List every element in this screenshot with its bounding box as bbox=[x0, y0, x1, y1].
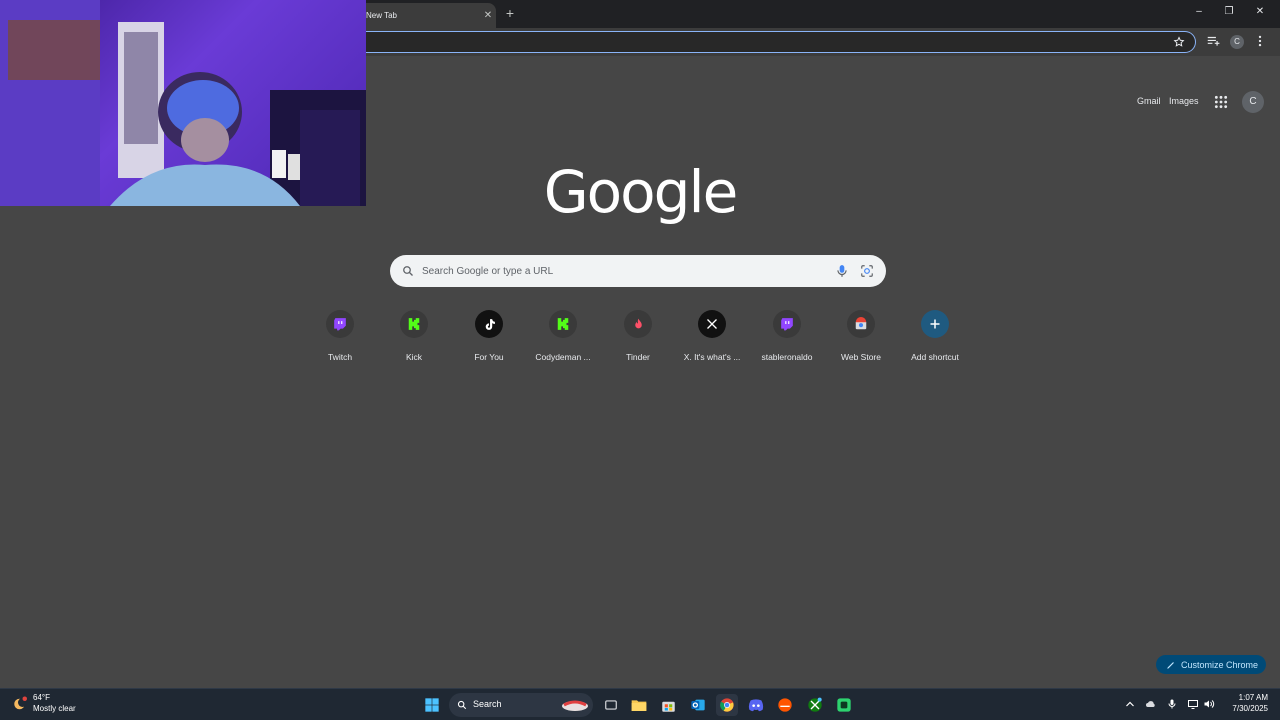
search-highlight-icon bbox=[562, 700, 588, 711]
shortcut-label: stableronaldo bbox=[761, 352, 813, 362]
taskbar-file-explorer[interactable] bbox=[628, 694, 650, 716]
taskbar-app-green[interactable] bbox=[833, 694, 855, 716]
xbox-icon bbox=[808, 697, 822, 712]
taskbar-clock-date[interactable]: 7/30/2025 bbox=[1222, 704, 1268, 713]
webcam-feed-image bbox=[0, 0, 366, 206]
close-window-icon[interactable]: ✕ bbox=[1252, 6, 1268, 17]
account-avatar[interactable]: C bbox=[1242, 91, 1264, 113]
tiktok-icon bbox=[485, 318, 495, 330]
address-bar[interactable] bbox=[360, 31, 1196, 53]
kick-icon bbox=[408, 318, 420, 330]
chrome-icon bbox=[720, 698, 734, 712]
twitch-icon bbox=[781, 318, 793, 331]
google-logo: Google bbox=[543, 158, 739, 226]
search-icon bbox=[403, 266, 413, 276]
taskbar-outlook[interactable] bbox=[687, 694, 709, 716]
discord-icon bbox=[748, 699, 764, 712]
shortcut-label: Web Store bbox=[840, 352, 881, 362]
start-button[interactable] bbox=[421, 694, 443, 716]
apps-grid-icon[interactable] bbox=[1214, 95, 1228, 109]
tray-microphone-icon[interactable] bbox=[1166, 698, 1178, 710]
search-icon bbox=[457, 700, 467, 710]
reading-list-icon[interactable] bbox=[1206, 34, 1220, 48]
shortcut-label: X. It's what's ... bbox=[683, 352, 741, 362]
customize-chrome-button[interactable]: Customize Chrome bbox=[1156, 655, 1266, 674]
images-link[interactable]: Images bbox=[1169, 96, 1199, 106]
cloud-app-icon bbox=[778, 698, 792, 712]
tray-cloud-icon[interactable] bbox=[1145, 698, 1157, 710]
tab-new-tab[interactable]: New Tab ✕ bbox=[358, 3, 496, 28]
restore-icon[interactable]: ❐ bbox=[1221, 6, 1237, 17]
shortcut-tiktok[interactable]: For You bbox=[451, 308, 525, 368]
new-tab-button[interactable]: + bbox=[502, 5, 518, 21]
twitch-icon bbox=[334, 318, 346, 331]
minimize-icon[interactable]: – bbox=[1191, 6, 1207, 17]
x-icon bbox=[707, 319, 717, 329]
store-icon bbox=[661, 701, 675, 712]
shortcut-stableronaldo[interactable]: stableronaldo bbox=[749, 308, 823, 368]
taskbar-discord[interactable] bbox=[745, 694, 767, 716]
weather-description[interactable]: Mostly clear bbox=[33, 704, 76, 713]
webcam-overlay bbox=[0, 0, 366, 206]
app-icon bbox=[837, 698, 851, 712]
taskbar-chrome[interactable] bbox=[716, 694, 738, 716]
tab-close-icon[interactable]: ✕ bbox=[480, 10, 496, 21]
microphone-icon[interactable] bbox=[836, 264, 848, 278]
weather-moon-icon[interactable] bbox=[12, 695, 30, 713]
tray-volume-icon[interactable] bbox=[1203, 698, 1215, 710]
gmail-link[interactable]: Gmail bbox=[1137, 96, 1161, 106]
tray-network-icon[interactable] bbox=[1187, 698, 1199, 710]
shortcut-tinder[interactable]: Tinder bbox=[600, 308, 674, 368]
shortcut-label: Kick bbox=[405, 352, 423, 362]
more-menu-icon[interactable] bbox=[1255, 34, 1265, 48]
taskbar-search[interactable]: Search bbox=[449, 693, 593, 717]
add-shortcut-button[interactable]: Add shortcut bbox=[897, 308, 971, 368]
web-store-icon bbox=[855, 317, 867, 330]
shortcut-kick[interactable]: Kick bbox=[376, 308, 450, 368]
shortcut-label: Tinder bbox=[626, 352, 650, 362]
taskbar-store[interactable] bbox=[657, 694, 679, 716]
shortcut-label: Codydeman ... bbox=[535, 352, 591, 362]
taskbar-clock-time[interactable]: 1:07 AM bbox=[1228, 693, 1268, 702]
task-view-button[interactable] bbox=[600, 694, 622, 716]
pencil-icon bbox=[1167, 661, 1174, 669]
shortcut-x[interactable]: X. It's what's ... bbox=[674, 308, 748, 368]
google-lens-icon[interactable] bbox=[860, 264, 874, 278]
plus-icon bbox=[930, 319, 940, 329]
task-view-icon bbox=[605, 700, 617, 710]
tab-title: New Tab bbox=[366, 11, 397, 20]
shortcut-label: Twitch bbox=[327, 352, 353, 362]
outlook-icon bbox=[691, 699, 705, 711]
windows-taskbar: 64°F Mostly clear Search 1:07 AM 7/30/20… bbox=[0, 688, 1280, 720]
taskbar-xbox[interactable] bbox=[804, 694, 826, 716]
shortcut-label: For You bbox=[474, 352, 504, 362]
tinder-icon bbox=[634, 318, 642, 329]
folder-icon bbox=[631, 700, 647, 711]
shortcut-twitch[interactable]: Twitch bbox=[302, 308, 376, 368]
shortcut-web-store[interactable]: Web Store bbox=[823, 308, 897, 368]
taskbar-app-red[interactable] bbox=[774, 694, 796, 716]
weather-temperature[interactable]: 64°F bbox=[33, 693, 50, 702]
taskbar-search-label: Search bbox=[473, 699, 502, 709]
search-input[interactable] bbox=[422, 261, 822, 281]
kick-icon bbox=[557, 318, 569, 330]
shortcut-label: Add shortcut bbox=[911, 352, 959, 362]
tray-chevron-up-icon[interactable] bbox=[1124, 698, 1136, 710]
bookmark-star-icon[interactable] bbox=[1173, 36, 1185, 48]
customize-chrome-label: Customize Chrome bbox=[1181, 659, 1259, 670]
profile-avatar[interactable]: C bbox=[1230, 35, 1244, 49]
search-box[interactable] bbox=[390, 255, 886, 287]
windows-start-icon bbox=[425, 698, 439, 712]
shortcut-codydeman[interactable]: Codydeman ... bbox=[525, 308, 599, 368]
